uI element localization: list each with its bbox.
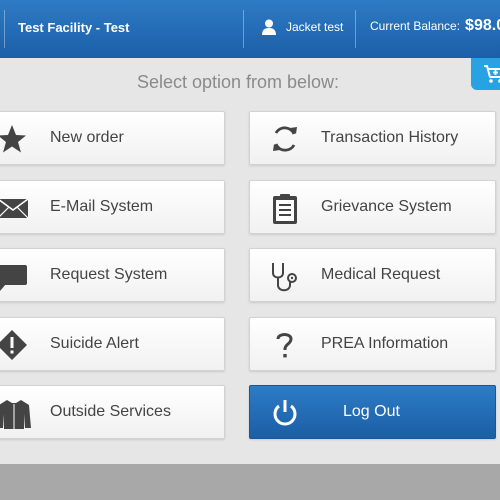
option-label: Outside Services [50, 403, 171, 420]
speech-bubble-icon [0, 261, 27, 291]
refresh-icon [270, 124, 300, 154]
power-icon [270, 398, 300, 428]
envelope-icon [0, 193, 29, 223]
top-header: Test Facility - Test Jacket test Current… [0, 0, 500, 58]
balance-display: Current Balance: $98.03 [370, 17, 500, 35]
user-icon [262, 19, 278, 35]
stethoscope-icon [270, 261, 300, 292]
transaction-history-button[interactable]: Transaction History [249, 111, 496, 165]
option-label: PREA Information [321, 335, 449, 352]
bottom-bar [0, 464, 500, 500]
option-label: Medical Request [321, 266, 441, 283]
app-screen: Test Facility - Test Jacket test Current… [0, 0, 500, 500]
email-system-button[interactable]: E-Mail System [0, 180, 225, 234]
header-divider [4, 10, 5, 48]
grievance-system-button[interactable]: Grievance System [249, 180, 496, 234]
balance-label: Current Balance: [370, 19, 461, 33]
medical-request-button[interactable]: Medical Request [249, 248, 496, 302]
outside-services-button[interactable]: Outside Services [0, 385, 225, 439]
page-prompt: Select option from below: [136, 72, 340, 92]
option-label: New order [50, 129, 124, 146]
new-order-button[interactable]: New order [0, 111, 225, 165]
option-label: Request System [50, 266, 168, 283]
cart-icon [484, 65, 500, 83]
request-system-button[interactable]: Request System [0, 248, 225, 302]
option-label: E-Mail System [50, 198, 154, 215]
prea-information-button[interactable]: PREA Information [249, 317, 496, 371]
option-label: Transaction History [321, 129, 459, 146]
jacket-icon [0, 398, 31, 429]
option-label: Log Out [343, 403, 400, 420]
clipboard-icon [270, 193, 300, 224]
header-divider [355, 10, 356, 48]
question-mark-icon [270, 330, 300, 360]
star-icon [0, 124, 27, 154]
log-out-button[interactable]: Log Out [249, 385, 496, 439]
facility-name: Test Facility - Test [18, 20, 130, 35]
option-label: Grievance System [321, 198, 452, 215]
user-name: Jacket test [286, 20, 344, 34]
warning-icon [0, 330, 27, 360]
balance-value: $98.03 [465, 17, 500, 34]
user-info[interactable]: Jacket test [262, 19, 343, 35]
option-label: Suicide Alert [50, 335, 139, 352]
header-divider [243, 10, 244, 48]
suicide-alert-button[interactable]: Suicide Alert [0, 317, 225, 371]
